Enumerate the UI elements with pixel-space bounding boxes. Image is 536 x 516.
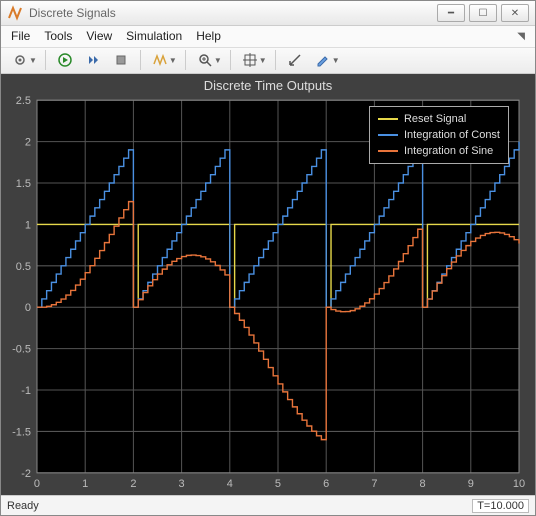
svg-text:-1: -1: [21, 385, 31, 397]
svg-text:Discrete Time Outputs: Discrete Time Outputs: [204, 79, 333, 94]
step-forward-button[interactable]: [82, 49, 104, 71]
statusbar: Ready T=10.000: [1, 495, 535, 515]
menu-simulation[interactable]: Simulation: [126, 29, 182, 43]
svg-text:1.5: 1.5: [16, 178, 31, 190]
legend-entry-const: Integration of Const: [378, 127, 500, 143]
cursor-dropdown[interactable]: ▼: [239, 49, 267, 71]
measure-icon: [287, 52, 303, 68]
svg-text:4: 4: [227, 478, 233, 490]
menu-view[interactable]: View: [86, 29, 112, 43]
plot-area[interactable]: 0 1 2 3 4 5 6 7 8 9 10 -2 -1.5 -1 -0.5 0 0.5 1 1.5 2 2.5 Disc…: [1, 74, 535, 495]
svg-text:10: 10: [513, 478, 525, 490]
highlight-icon: [315, 52, 331, 68]
app-window: Discrete Signals ━ ☐ ✕ File Tools View S…: [0, 0, 536, 516]
svg-text:0: 0: [25, 303, 31, 315]
window-buttons: ━ ☐ ✕: [437, 4, 529, 22]
svg-text:-0.5: -0.5: [12, 344, 31, 356]
stop-button[interactable]: [110, 49, 132, 71]
menu-expand-icon[interactable]: ◥: [517, 31, 525, 42]
svg-text:-2: -2: [21, 468, 31, 480]
gear-icon: [12, 52, 28, 68]
svg-text:5: 5: [275, 478, 281, 490]
play-icon: [57, 52, 73, 68]
zoom-icon: [197, 52, 213, 68]
status-time: T=10.000: [472, 499, 529, 513]
svg-text:9: 9: [468, 478, 474, 490]
minimize-button[interactable]: ━: [437, 4, 465, 22]
highlight-dropdown[interactable]: ▼: [312, 49, 340, 71]
svg-text:8: 8: [420, 478, 426, 490]
maximize-button[interactable]: ☐: [469, 4, 497, 22]
svg-text:2.5: 2.5: [16, 96, 31, 108]
svg-text:0: 0: [34, 478, 40, 490]
settings-dropdown[interactable]: ▼: [9, 49, 37, 71]
window-title: Discrete Signals: [29, 6, 437, 20]
stop-icon: [113, 52, 129, 68]
svg-text:3: 3: [179, 478, 185, 490]
svg-text:2: 2: [130, 478, 136, 490]
menu-tools[interactable]: Tools: [44, 29, 72, 43]
toolbar: ▼ ▼ ▼ ▼ ▼: [1, 48, 535, 75]
svg-text:2: 2: [25, 137, 31, 149]
step-icon: [85, 52, 101, 68]
svg-text:0.5: 0.5: [16, 261, 31, 273]
menubar: File Tools View Simulation Help ◥: [1, 26, 535, 47]
run-button[interactable]: [54, 49, 76, 71]
measure-button[interactable]: [284, 49, 306, 71]
svg-text:1: 1: [25, 220, 31, 232]
svg-text:1: 1: [82, 478, 88, 490]
signal-dropdown[interactable]: ▼: [149, 49, 177, 71]
legend[interactable]: Reset Signal Integration of Const Integr…: [369, 106, 509, 164]
status-text: Ready: [7, 500, 39, 512]
titlebar: Discrete Signals ━ ☐ ✕: [1, 1, 535, 26]
app-logo-icon: [7, 5, 23, 21]
legend-entry-sine: Integration of Sine: [378, 143, 500, 159]
svg-text:6: 6: [323, 478, 329, 490]
menu-help[interactable]: Help: [196, 29, 221, 43]
legend-entry-reset: Reset Signal: [378, 111, 500, 127]
cursor-icon: [242, 52, 258, 68]
zoom-dropdown[interactable]: ▼: [194, 49, 222, 71]
signal-icon: [152, 52, 168, 68]
close-button[interactable]: ✕: [501, 4, 529, 22]
svg-text:-1.5: -1.5: [12, 427, 31, 439]
menu-file[interactable]: File: [11, 29, 30, 43]
svg-text:7: 7: [371, 478, 377, 490]
